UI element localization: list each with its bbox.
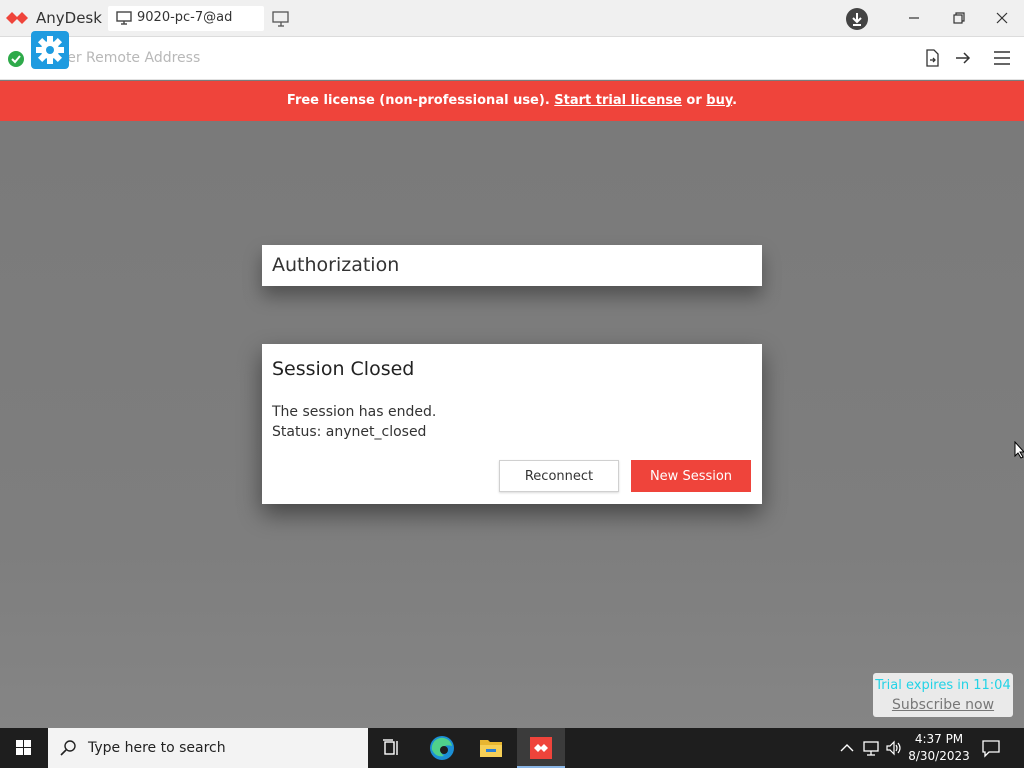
trial-notice: Trial expires in 11:04 Subscribe now — [873, 673, 1013, 717]
reconnect-button[interactable]: Reconnect — [499, 460, 619, 492]
notification-icon[interactable] — [980, 738, 1002, 758]
monitor-icon — [116, 11, 132, 25]
banner-suffix: . — [732, 93, 738, 108]
app-name: AnyDesk — [36, 9, 102, 27]
dialog-title: Session Closed — [272, 358, 415, 380]
restore-button[interactable] — [947, 8, 971, 28]
task-view-button[interactable] — [368, 728, 416, 768]
edge-icon — [430, 736, 454, 760]
subscribe-link[interactable]: Subscribe now — [873, 697, 1013, 713]
minimize-icon — [909, 17, 919, 19]
banner-or: or — [681, 93, 707, 108]
settings-gear-icon[interactable] — [31, 31, 69, 69]
connect-arrow-icon[interactable] — [953, 49, 973, 67]
network-icon[interactable] — [862, 739, 880, 757]
remote-address-input[interactable] — [44, 47, 644, 69]
authorization-card: Authorization — [262, 245, 762, 286]
clock-time: 4:37 PM — [914, 732, 964, 746]
dialog-status: Status: anynet_closed — [272, 424, 427, 440]
new-session-button[interactable]: New Session — [631, 460, 751, 492]
status-ok-icon — [8, 51, 24, 67]
search-icon — [60, 739, 78, 757]
file-transfer-icon[interactable] — [922, 49, 942, 67]
download-icon[interactable] — [846, 8, 868, 30]
search-placeholder: Type here to search — [88, 740, 226, 756]
new-tab-icon[interactable] — [272, 11, 290, 27]
start-trial-link[interactable]: Start trial license — [554, 93, 682, 108]
title-bar: AnyDesk 9020-pc-7@ad — [0, 0, 1024, 37]
anydesk-taskbar-icon — [530, 737, 552, 759]
banner-text: Free license (non-professional use). — [286, 93, 555, 108]
dialog-message: The session has ended. — [272, 404, 437, 420]
tab-label: 9020-pc-7@ad — [137, 10, 233, 25]
session-tab[interactable]: 9020-pc-7@ad — [108, 6, 264, 31]
buy-link[interactable]: buy — [706, 93, 732, 108]
anydesk-logo — [6, 8, 32, 28]
taskbar-clock[interactable]: 4:37 PM 8/30/2023 — [906, 731, 972, 765]
file-explorer-icon — [480, 740, 502, 757]
edge-button[interactable] — [418, 728, 466, 768]
windows-start-button[interactable] — [0, 728, 48, 768]
license-banner: Free license (non-professional use). Sta… — [0, 81, 1024, 121]
anydesk-taskbar-button[interactable] — [517, 728, 565, 768]
address-bar — [0, 37, 1024, 80]
authorization-title: Authorization — [272, 254, 400, 276]
restore-icon — [953, 12, 965, 24]
close-icon — [996, 12, 1008, 24]
chevron-up-icon[interactable] — [838, 739, 856, 757]
session-closed-dialog: Session Closed The session has ended. St… — [262, 344, 762, 504]
trial-expires-text: Trial expires in 11:04 — [875, 678, 1011, 693]
windows-start-icon — [16, 740, 31, 755]
volume-icon[interactable] — [885, 739, 903, 757]
clock-date: 8/30/2023 — [908, 749, 970, 763]
taskbar-search[interactable]: Type here to search — [48, 728, 368, 768]
menu-icon[interactable] — [992, 49, 1012, 67]
taskbar: Type here to search 4:37 PM 8/30/2023 — [0, 728, 1024, 768]
close-button[interactable] — [990, 8, 1014, 28]
minimize-button[interactable] — [902, 8, 926, 28]
task-view-icon — [383, 739, 398, 755]
mouse-cursor-icon — [1014, 441, 1024, 459]
file-explorer-button[interactable] — [467, 728, 515, 768]
